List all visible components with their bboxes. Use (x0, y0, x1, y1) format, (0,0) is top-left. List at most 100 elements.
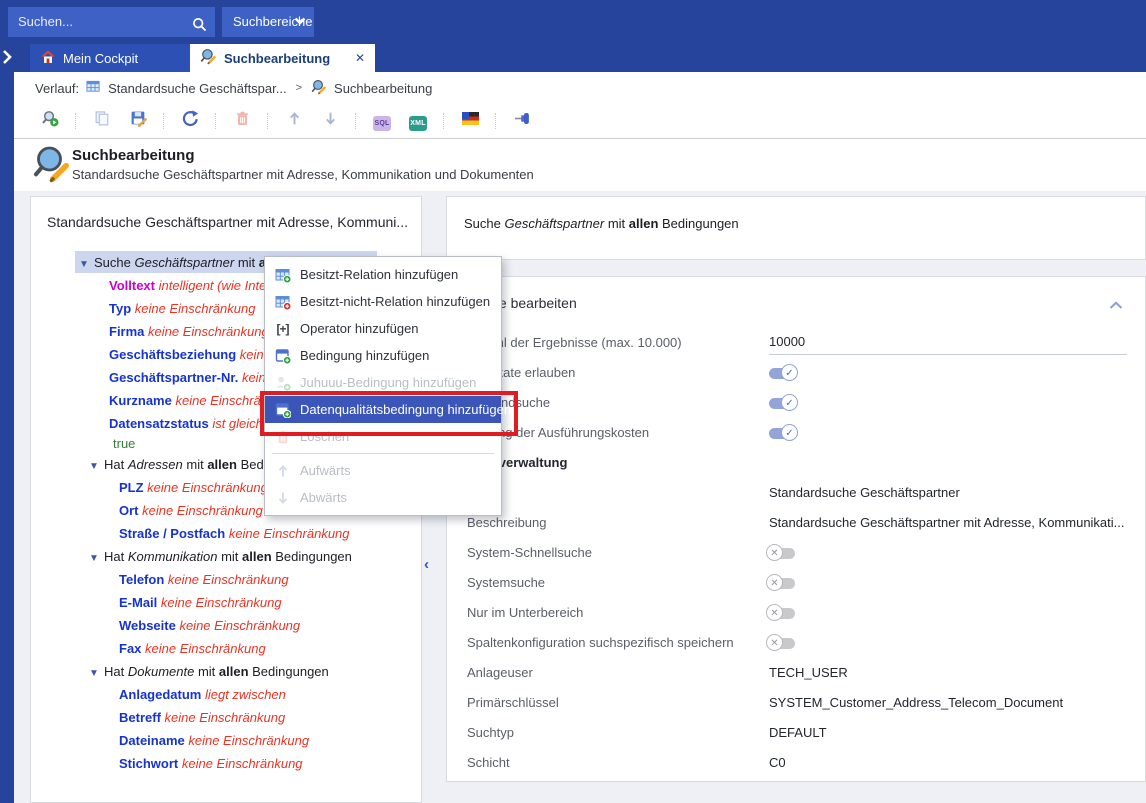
expand-arrow-icon[interactable]: ▼ (89, 662, 104, 685)
text-segment: keine Einschränkung (178, 756, 302, 771)
text-segment: PLZ (119, 480, 144, 495)
search-edit-icon (311, 79, 327, 98)
form-label: Spaltenkonfiguration suchspezifisch spei… (467, 635, 769, 650)
form-row: NameStandardsuche Geschäftspartner (467, 477, 1127, 507)
toggle-off[interactable]: ✕ (769, 548, 795, 559)
tree-panel-title: Standardsuche Geschäftspartner mit Adres… (47, 214, 408, 230)
text-segment: mit (217, 549, 242, 564)
text-segment: Hat (104, 549, 128, 564)
form-input[interactable]: 10000 (769, 334, 1127, 355)
tree-node[interactable]: Dateiname keine Einschränkung (31, 729, 421, 752)
page-title: Suchbearbeitung (72, 147, 195, 164)
move-down-button (319, 110, 341, 132)
expand-arrow-icon[interactable]: ▼ (89, 455, 104, 478)
toggle-off[interactable]: ✕ (769, 608, 795, 619)
copy-icon (94, 110, 111, 132)
sql-button[interactable]: SQL (371, 110, 393, 132)
toggle-knob: ✓ (781, 364, 798, 381)
breadcrumb-item[interactable]: Suchbearbeitung (334, 81, 432, 96)
xml-button[interactable]: XML (407, 110, 429, 132)
toggle-on[interactable]: ✓ (769, 428, 795, 439)
menu-item[interactable]: Bedingung hinzufügen (265, 342, 501, 369)
tree-node[interactable]: Webseite keine Einschränkung (31, 614, 421, 637)
search-run-icon (42, 110, 59, 132)
menu-item-label: Abwärts (300, 490, 347, 505)
tree-node[interactable]: Anlagedatum liegt zwischen (31, 683, 421, 706)
move-up-button (283, 110, 305, 132)
form-label: Systemsuche (467, 575, 769, 590)
chevron-up-icon[interactable] (1109, 297, 1123, 315)
tab-mein-cockpit[interactable]: Mein Cockpit (30, 44, 190, 72)
form-value: C0 (769, 755, 1127, 770)
text-segment: allen (242, 549, 272, 564)
breadcrumb-item[interactable]: Standardsuche Geschäftspar... (108, 81, 287, 96)
toolbar-separator (267, 113, 269, 129)
breadcrumb: Verlauf: Standardsuche Geschäftspar... >… (14, 72, 1146, 104)
tree-node[interactable]: Betreff keine Einschränkung (31, 706, 421, 729)
text-segment: E-Mail (119, 595, 157, 610)
tab-suchbearbeitung[interactable]: Suchbearbeitung ✕ (190, 44, 375, 72)
pin-icon (514, 110, 531, 132)
form-label: Verbundsuche (467, 395, 769, 410)
language-button[interactable] (459, 110, 481, 132)
splitter-collapse-chevron[interactable]: ‹ (424, 556, 429, 573)
menu-item[interactable]: [+]Operator hinzufügen (265, 315, 501, 342)
tree-node[interactable]: Stichwort keine Einschränkung (31, 752, 421, 775)
tree-node[interactable]: Fax keine Einschränkung (31, 637, 421, 660)
execute-search-button[interactable] (39, 110, 61, 132)
expand-arrow-icon[interactable]: ▼ (89, 547, 104, 570)
text-segment: Bedingungen (272, 549, 352, 564)
text-segment: Datensatzstatus (109, 416, 209, 431)
expand-arrow-icon[interactable]: ▼ (79, 253, 94, 276)
toggle-off[interactable]: ✕ (769, 578, 795, 589)
form-row: Spaltenkonfiguration suchspezifisch spei… (467, 627, 1127, 657)
toggle-on[interactable]: ✓ (769, 398, 795, 409)
form-label: Primärschlüssel (467, 695, 769, 710)
text-segment: keine Einschränkung (144, 480, 268, 495)
tree-node[interactable]: Telefon keine Einschränkung (31, 568, 421, 591)
refresh-button[interactable] (179, 110, 201, 132)
text-segment: Anlagedatum (119, 687, 201, 702)
form-label: Beschreibung (467, 515, 769, 530)
save-button[interactable] (127, 110, 149, 132)
form-label: System-Schnellsuche (467, 545, 769, 560)
toggle-knob: ✕ (766, 604, 783, 621)
sidebar-expand-chevron[interactable] (1, 49, 14, 67)
search-areas-button[interactable]: Suchbereiche (222, 7, 314, 37)
pin-button[interactable] (511, 110, 533, 132)
toggle-knob: ✕ (766, 574, 783, 591)
tree-node[interactable]: E-Mail keine Einschränkung (31, 591, 421, 614)
copy-button (91, 110, 113, 132)
xml-icon: XML (409, 112, 427, 131)
toggle-on[interactable]: ✓ (769, 368, 795, 379)
search-edit-panel: Suche bearbeiten Anzahl der Ergebnisse (… (446, 276, 1146, 782)
text-segment: Adressen (128, 457, 183, 472)
trash-icon (274, 428, 291, 445)
toggle-off[interactable]: ✕ (769, 638, 795, 649)
text-segment: liegt zwischen (201, 687, 286, 702)
search-input[interactable]: Suchen... (8, 7, 215, 37)
search-summary-panel: Suche Geschäftspartner mit allen Bedingu… (446, 196, 1146, 260)
close-icon[interactable]: ✕ (355, 51, 365, 65)
menu-item[interactable]: Besitzt-Relation hinzufügen (265, 261, 501, 288)
menu-item-label: Bedingung hinzufügen (300, 348, 429, 363)
search-summary: Suche Geschäftspartner mit allen Bedingu… (464, 216, 739, 231)
text-segment: keine Einschränkung (131, 301, 255, 316)
tree-node[interactable]: Straße / Postfach keine Einschränkung (31, 522, 421, 545)
tree-node[interactable]: ▼Hat Kommunikation mit allen Bedingungen (31, 545, 421, 568)
text-segment: keine Einschränkung (157, 595, 281, 610)
text-segment: keine Einschränkung (161, 710, 285, 725)
text-segment: keine Einschränkung (141, 641, 265, 656)
magnifier-icon[interactable] (192, 13, 207, 43)
page-subtitle: Standardsuche Geschäftspartner mit Adres… (72, 167, 534, 182)
text-segment: Fax (119, 641, 141, 656)
form-row: Systemsuche✕ (467, 567, 1127, 597)
tree-node[interactable]: ▼Hat Dokumente mit allen Bedingungen (31, 660, 421, 683)
text-segment: Webseite (119, 618, 176, 633)
menu-item[interactable]: Besitzt-nicht-Relation hinzufügen (265, 288, 501, 315)
form-row: SuchtypDEFAULT (467, 717, 1127, 747)
operator-icon: [+] (274, 320, 291, 337)
menu-item[interactable]: Datenqualitätsbedingung hinzufügen (265, 396, 501, 423)
top-bar: Suchen... Suchbereiche (0, 0, 1146, 44)
form-value: Standardsuche Geschäftspartner mit Adres… (769, 515, 1127, 530)
